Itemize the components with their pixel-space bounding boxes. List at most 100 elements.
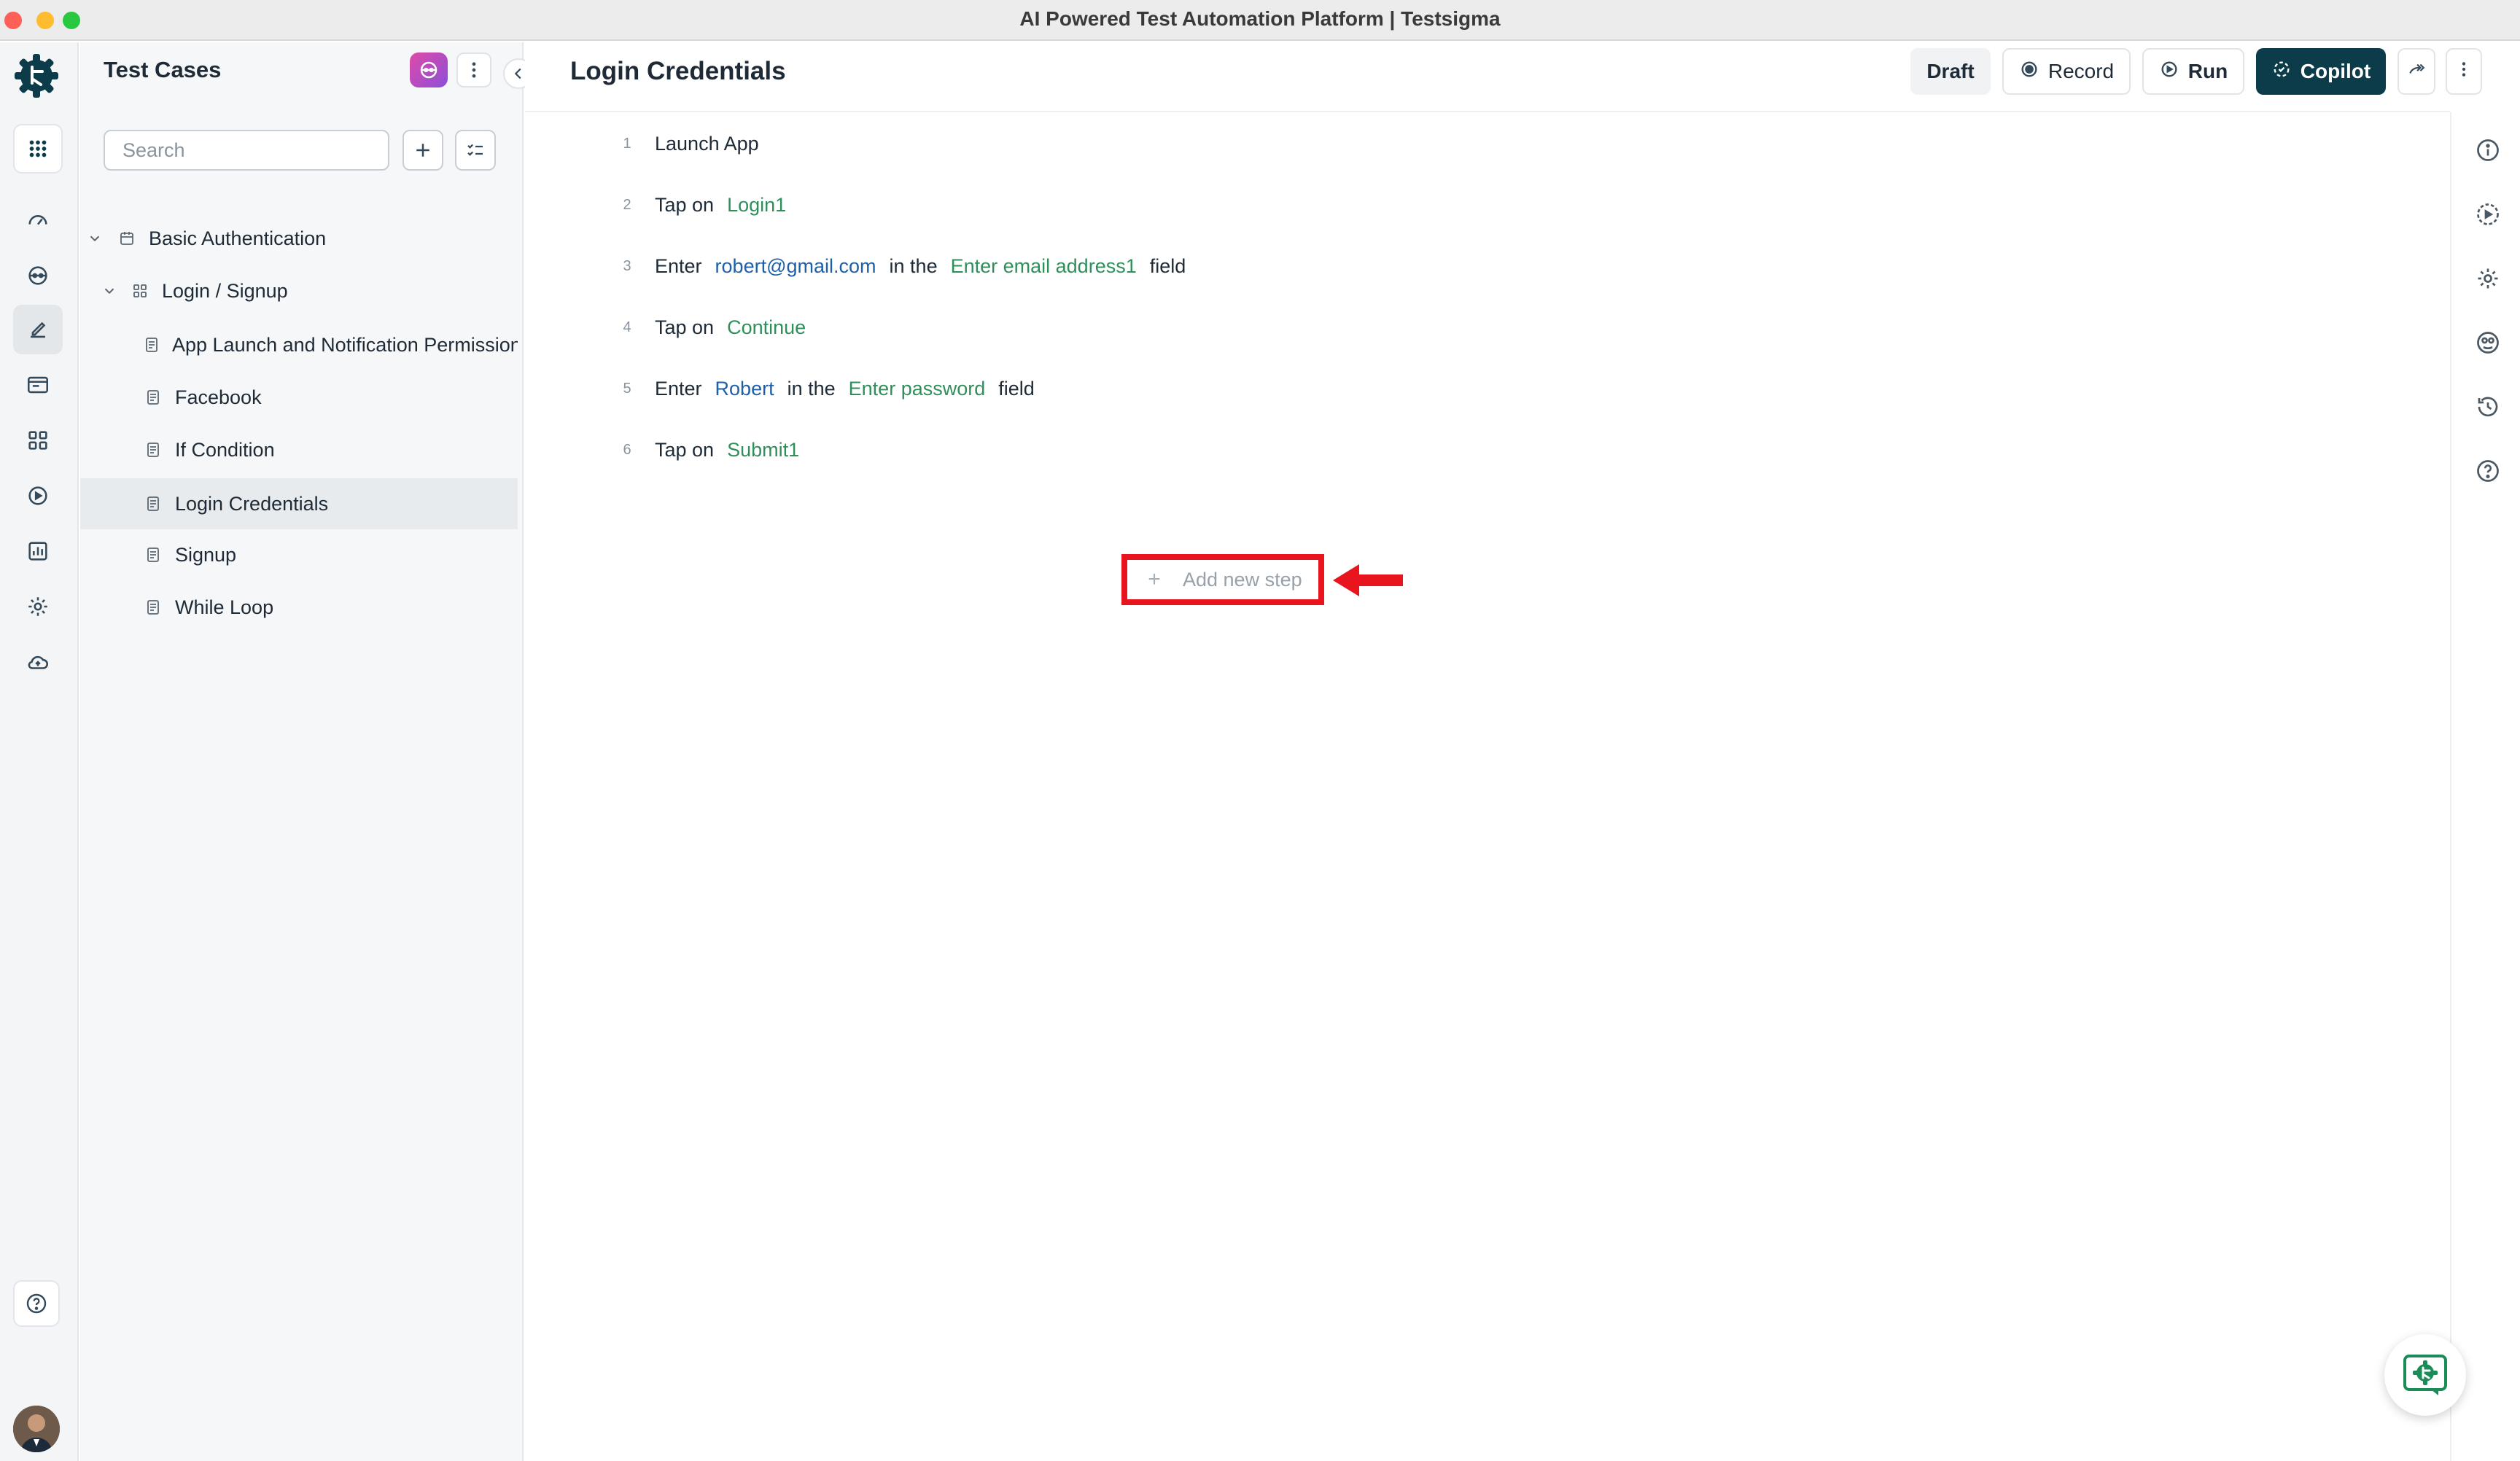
plus-icon: +	[1148, 567, 1161, 591]
run-button[interactable]: Run	[2142, 48, 2244, 95]
ai-agent-icon[interactable]	[410, 52, 448, 87]
help-icon[interactable]	[2473, 456, 2502, 486]
group-icon	[130, 281, 150, 301]
tree-item-label: Signup	[175, 543, 237, 566]
step-text: Tap on	[655, 438, 715, 461]
step-text: in the	[889, 254, 938, 277]
panel-more-button[interactable]	[456, 52, 491, 87]
tree-item-label: Facebook	[175, 386, 262, 408]
tree-item-label: While Loop	[175, 596, 274, 618]
share-arrow-icon	[2407, 60, 2426, 84]
history-icon[interactable]	[2473, 392, 2502, 421]
editor-header: Login Credentials Draft Record Run Copil…	[525, 42, 2482, 112]
dashboard-icon[interactable]	[13, 195, 63, 245]
suite-icon	[117, 228, 137, 249]
step-body: Launch App	[655, 133, 759, 155]
draft-label: Draft	[1926, 60, 1975, 82]
record-icon	[2019, 59, 2039, 85]
window-titlebar: AI Powered Test Automation Platform | Te…	[0, 0, 2520, 41]
tree-case-signup[interactable]: Signup	[80, 532, 518, 577]
step-text: Tap on	[655, 193, 715, 216]
chevron-down-icon[interactable]	[85, 228, 105, 249]
edit-icon[interactable]	[13, 305, 63, 354]
step-body: Enter Robert in the Enter password field	[655, 378, 1035, 400]
gear-icon[interactable]	[2473, 264, 2502, 293]
chevron-down-icon[interactable]	[99, 281, 120, 301]
record-button[interactable]: Record	[2002, 48, 2131, 95]
step-text: field	[998, 377, 1035, 400]
folder-icon[interactable]	[13, 360, 63, 410]
share-button[interactable]	[2398, 48, 2435, 95]
settings-icon[interactable]	[13, 582, 63, 631]
tree-item-label: Login / Signup	[162, 279, 288, 302]
more-options-button[interactable]	[2446, 48, 2482, 95]
play-settings-icon[interactable]	[2473, 200, 2502, 229]
tree-item-label: Login Credentials	[175, 492, 329, 515]
test-cases-panel: Test Cases Basic Authentication Login / …	[80, 42, 534, 1461]
step-number: 1	[623, 135, 631, 152]
step-element[interactable]: Login1	[727, 194, 786, 217]
test-case-icon	[143, 335, 160, 355]
copilot-button[interactable]: Copilot	[2256, 48, 2386, 95]
play-icon[interactable]	[13, 471, 63, 521]
apps-icon[interactable]	[13, 124, 63, 174]
step-text: field	[1149, 254, 1186, 277]
step-number: 4	[623, 319, 631, 335]
report-icon[interactable]	[13, 526, 63, 576]
grid-icon[interactable]	[13, 416, 63, 465]
draft-status-button[interactable]: Draft	[1910, 48, 1991, 95]
right-tools-rail	[2450, 112, 2520, 1461]
testsigma-logo-icon[interactable]	[10, 50, 63, 102]
step-text: Enter	[655, 254, 702, 277]
tree-case-facebook[interactable]: Facebook	[80, 375, 518, 420]
step-text: Tap on	[655, 316, 715, 338]
tree-item-label: App Launch and Notification Permission	[172, 333, 518, 356]
step-body: Enter robert@gmail.com in the Enter emai…	[655, 255, 1186, 278]
step-element[interactable]: Enter password	[849, 378, 986, 400]
info-icon[interactable]	[2473, 136, 2502, 165]
play-circle-icon	[2159, 59, 2179, 85]
tree-case-while-loop[interactable]: While Loop	[80, 585, 518, 630]
red-arrow-annotation	[1333, 564, 1403, 596]
chat-logo-icon	[2403, 1355, 2447, 1395]
agent-icon[interactable]	[13, 251, 63, 300]
bulk-select-button[interactable]	[455, 130, 496, 171]
help-icon[interactable]	[13, 1280, 60, 1327]
step-element[interactable]: Continue	[727, 316, 806, 339]
window-title: AI Powered Test Automation Platform | Te…	[1019, 7, 1501, 30]
test-case-icon	[143, 387, 163, 408]
step-test-data[interactable]: Robert	[715, 378, 774, 400]
tree-group-login-signup[interactable]: Login / Signup	[80, 268, 518, 313]
test-case-icon	[143, 440, 163, 460]
tree-case-if-condition[interactable]: If Condition	[80, 427, 518, 472]
search-input[interactable]	[104, 130, 389, 171]
add-new-step-button[interactable]: + Add new step	[1121, 554, 1324, 605]
record-label: Record	[2048, 60, 2115, 82]
page-title: Login Credentials	[570, 57, 786, 85]
step-test-data[interactable]: robert@gmail.com	[715, 255, 876, 278]
step-number: 3	[623, 257, 631, 274]
step-number: 6	[623, 441, 631, 458]
copilot-icon	[2271, 59, 2292, 85]
tree-item-label: If Condition	[175, 438, 275, 461]
tree-item-label: Basic Authentication	[149, 227, 327, 249]
test-data-icon[interactable]	[2473, 328, 2502, 357]
step-number: 2	[623, 196, 631, 213]
step-element[interactable]: Enter email address1	[951, 255, 1137, 278]
tree-case-app-launch[interactable]: App Launch and Notification Permission	[80, 322, 518, 367]
user-avatar[interactable]	[13, 1406, 60, 1452]
step-element[interactable]: Submit1	[727, 439, 799, 461]
step-text: Enter	[655, 377, 702, 400]
cloud-icon[interactable]	[13, 637, 63, 687]
add-test-case-button[interactable]	[402, 130, 443, 171]
support-chat-button[interactable]	[2384, 1334, 2466, 1416]
tree-suite-basic-authentication[interactable]: Basic Authentication	[80, 216, 518, 261]
tree-case-login-credentials[interactable]: Login Credentials	[80, 478, 518, 529]
run-label: Run	[2188, 60, 2228, 82]
step-text: in the	[787, 377, 836, 400]
panel-title: Test Cases	[104, 57, 222, 82]
test-case-icon	[143, 597, 163, 617]
test-case-editor: Login Credentials Draft Record Run Copil…	[525, 42, 2482, 1461]
step-body: Tap on Login1	[655, 194, 786, 217]
step-text: Launch App	[655, 132, 759, 155]
